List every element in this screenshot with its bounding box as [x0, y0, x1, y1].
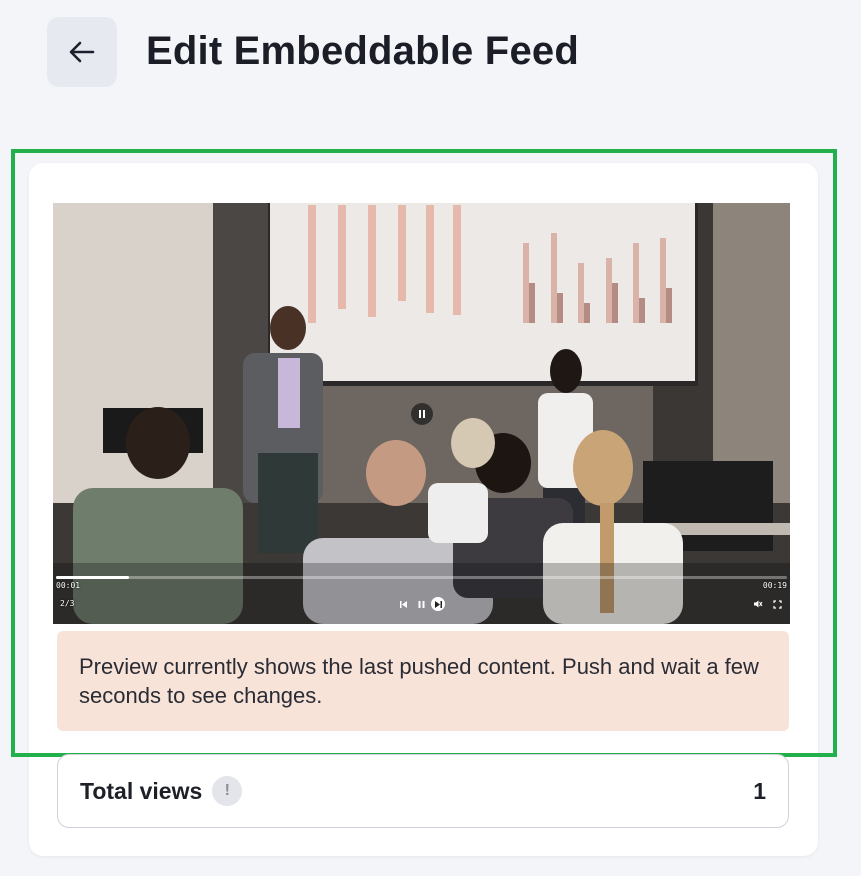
- page-title: Edit Embeddable Feed: [146, 29, 579, 73]
- duration-time: 00:19: [762, 581, 787, 590]
- fullscreen-button[interactable]: [771, 598, 783, 610]
- preview-notice-text: Preview currently shows the last pushed …: [79, 654, 759, 708]
- previous-button[interactable]: [397, 598, 409, 610]
- pause-button[interactable]: [415, 598, 427, 610]
- fullscreen-icon: [772, 599, 782, 609]
- video-preview[interactable]: 00:01 00:19 2/3: [53, 203, 790, 624]
- previous-icon: [399, 600, 407, 608]
- total-views-label: Total views: [80, 777, 203, 804]
- mute-icon: [754, 600, 763, 608]
- video-progress-bar[interactable]: [56, 576, 787, 579]
- pause-icon: [418, 600, 424, 608]
- total-views-row: Total views ! 1: [57, 754, 789, 828]
- total-views-value: 1: [753, 777, 766, 804]
- arrow-left-icon: [69, 41, 95, 63]
- back-button[interactable]: [47, 17, 117, 87]
- pause-icon: [419, 410, 425, 418]
- center-pause-button[interactable]: [411, 403, 433, 425]
- video-progress-fill: [56, 576, 130, 579]
- next-button[interactable]: [431, 597, 445, 611]
- current-time: 00:01: [56, 581, 81, 590]
- next-icon: [434, 600, 442, 608]
- preview-notice: Preview currently shows the last pushed …: [57, 631, 789, 731]
- item-counter: 2/3: [60, 599, 75, 608]
- mute-button[interactable]: [752, 598, 764, 610]
- info-icon[interactable]: !: [212, 776, 243, 806]
